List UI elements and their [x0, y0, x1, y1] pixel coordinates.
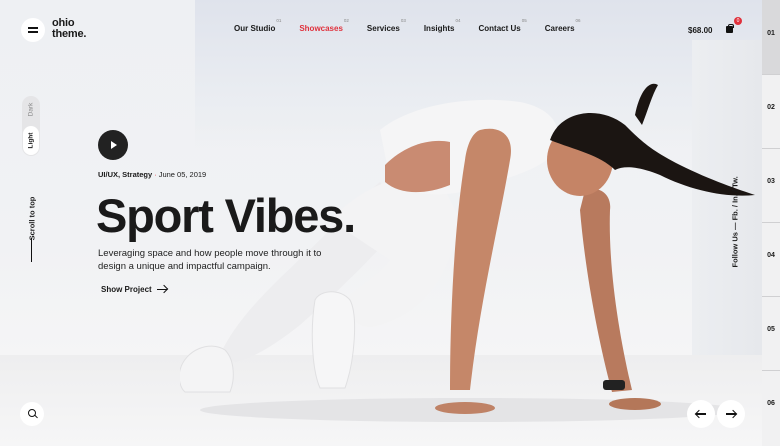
nav-label: Contact Us: [478, 24, 521, 33]
slide-label: 04: [767, 252, 775, 259]
arrow-right-icon: [156, 288, 167, 291]
nav-item-showcases[interactable]: Showcases 02: [299, 18, 349, 33]
nav-item-insights[interactable]: Insights 04: [423, 18, 461, 33]
next-slide-button[interactable]: [717, 400, 745, 428]
logo-line-2: theme.: [52, 28, 87, 40]
slide-number-03[interactable]: 03: [762, 148, 780, 222]
page-title: Sport Vibes.: [96, 189, 356, 242]
meta-separator: ·: [154, 170, 157, 179]
nav-label: Our Studio: [234, 24, 276, 33]
logo[interactable]: ohio theme.: [52, 18, 86, 40]
cart-total[interactable]: $68.00: [688, 26, 712, 35]
arrow-right-icon: [726, 413, 736, 415]
search-icon-handle: [34, 414, 38, 419]
slide-label: 03: [767, 178, 775, 185]
play-button[interactable]: [98, 130, 128, 160]
scroll-line: [31, 238, 32, 262]
theme-light-label[interactable]: Light: [28, 125, 35, 157]
nav-label: Showcases: [299, 24, 343, 33]
post-meta: UI/UX, Strategy · June 05, 2019: [98, 170, 206, 179]
slide-number-04[interactable]: 04: [762, 222, 780, 296]
search-button[interactable]: [20, 402, 44, 426]
theme-dark-label[interactable]: Dark: [28, 94, 35, 126]
slide-label: 02: [767, 104, 775, 111]
main-nav: Our Studio 01 Showcases 02 Services 03 I…: [234, 18, 581, 33]
menu-button[interactable]: [21, 18, 45, 42]
nav-number: 05: [521, 18, 527, 23]
social-links[interactable]: Follow Us — Fb. / In. / Tw.: [731, 176, 740, 267]
nav-item-careers[interactable]: Careers 06: [544, 18, 581, 33]
slide-label: 06: [767, 400, 775, 407]
hamburger-icon: [28, 27, 38, 32]
nav-number: 03: [400, 18, 406, 23]
nav-label: Careers: [544, 24, 575, 33]
prev-slide-button[interactable]: [687, 400, 715, 428]
slide-number-02[interactable]: 02: [762, 74, 780, 148]
slide-label: 01: [767, 30, 775, 37]
slide-number-05[interactable]: 05: [762, 296, 780, 370]
show-project-link[interactable]: Show Project: [101, 285, 167, 294]
post-date: June 05, 2019: [158, 170, 207, 179]
post-categories[interactable]: UI/UX, Strategy: [98, 170, 152, 179]
show-project-label: Show Project: [101, 285, 152, 294]
nav-number: 01: [276, 18, 282, 23]
nav-number: 06: [575, 18, 581, 23]
scroll-to-top-link[interactable]: Scroll to top: [28, 184, 37, 254]
cart-bag: [726, 26, 733, 33]
nav-label: Insights: [423, 24, 455, 33]
nav-number: 04: [455, 18, 461, 23]
slide-number-01[interactable]: 01: [762, 0, 780, 74]
nav-item-our-studio[interactable]: Our Studio 01: [234, 18, 281, 33]
nav-number: 02: [343, 18, 349, 23]
nav-item-services[interactable]: Services 03: [366, 18, 406, 33]
slide-number-06[interactable]: 06: [762, 370, 780, 444]
nav-label: Services: [366, 24, 400, 33]
cart-count-badge: 0: [734, 17, 742, 25]
nav-item-contact-us[interactable]: Contact Us 05: [478, 18, 527, 33]
slide-label: 05: [767, 326, 775, 333]
cart-icon[interactable]: [726, 24, 734, 33]
arrow-left-icon: [696, 413, 706, 415]
hero-description: Leveraging space and how people move thr…: [98, 248, 322, 272]
